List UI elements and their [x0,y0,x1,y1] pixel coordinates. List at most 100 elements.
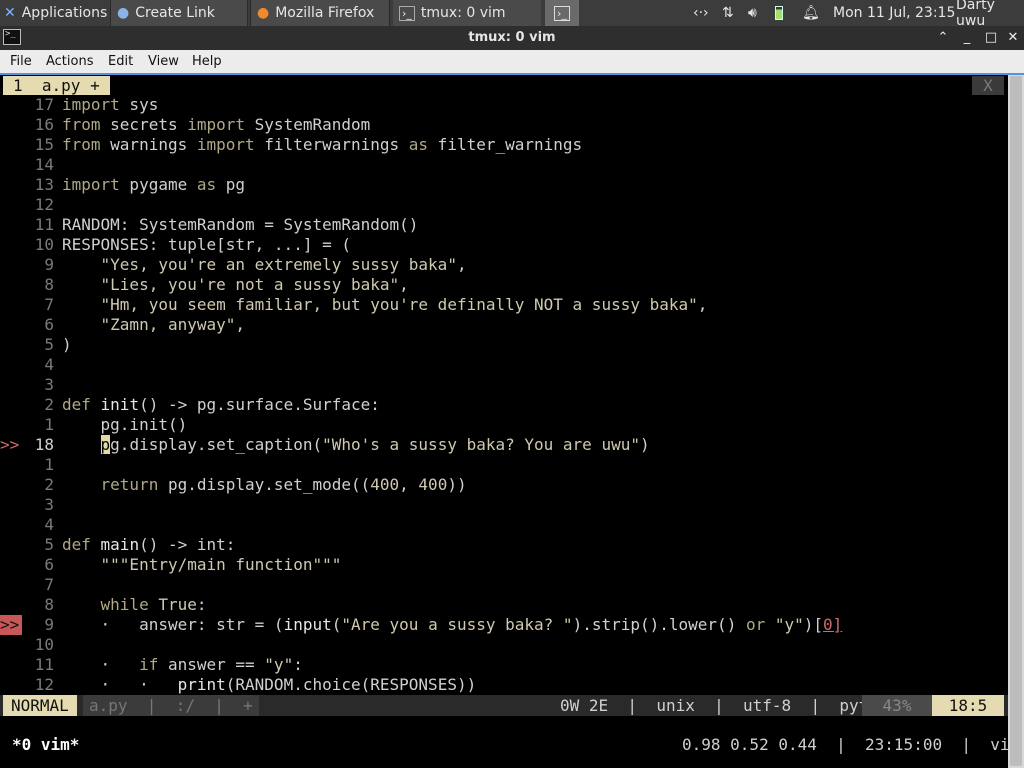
code-line[interactable]: 14 [0,155,1008,175]
code-token: "y" [264,655,294,674]
menu-view[interactable]: View [148,54,179,69]
code-line[interactable]: 12 · · print(RANDOM.choice(RESPONSES)) [0,675,1008,695]
line-number: 10 [34,235,54,254]
code-text[interactable]: "Hm, you seem familiar, but you're defin… [62,295,708,315]
menu-file[interactable]: File [10,54,32,69]
line-number: 5 [44,335,54,354]
taskbar-item-create-link[interactable]: ● Create Link [110,0,248,26]
code-line[interactable]: 13 import pygame as pg [0,175,1008,195]
code-text[interactable]: pg.display.set_caption("Who's a sussy ba… [62,435,650,455]
code-token: : [196,595,207,614]
maximize-button[interactable]: □ [982,29,1000,47]
code-line[interactable]: >> 9 · answer: str = (input("Are you a su… [0,615,1008,635]
code-line[interactable]: 4 [0,355,1008,375]
scrollbar-thumb[interactable] [1010,76,1022,766]
code-text[interactable]: RESPONSES: tuple[str, ...] = ( [62,235,351,255]
code-token: warnings [100,135,197,154]
code-line[interactable]: 7 "Hm, you seem familiar, but you're def… [0,295,1008,315]
code-token: main [90,535,140,554]
tmux-window-label[interactable]: *0 vim* [12,732,79,758]
code-token: 0] [823,615,843,634]
code-line[interactable]: 2 return pg.display.set_mode((400, 400)) [0,475,1008,495]
terminal-launcher-button[interactable]: ›_ [545,0,579,26]
code-text[interactable]: while True: [62,595,207,615]
transfer-arrows-icon[interactable]: ⇅ [722,0,734,26]
network-icon[interactable]: ‹·› [693,0,709,26]
code-text[interactable]: · · print(RANDOM.choice(RESPONSES)) [62,675,477,695]
code-line[interactable]: 1 pg.init() [0,415,1008,435]
code-line[interactable]: 15 from warnings import filterwarnings as… [0,135,1008,155]
taskbar-item-firefox[interactable]: ● Mozilla Firefox [250,0,390,26]
code-token: filterwarnings [254,135,409,154]
tmux-status-right: 0.98 0.52 0.44 | 23:15:00 | vim [682,735,1020,754]
code-line[interactable]: 6 "Zamn, anyway", [0,315,1008,335]
code-line[interactable]: >> 18 pg.display.set_caption("Who's a sus… [0,435,1008,455]
code-line[interactable]: 8 while True: [0,595,1008,615]
applications-menu-button[interactable]: ✕ Applications [0,0,108,26]
code-line[interactable]: 16 from secrets import SystemRandom [0,115,1008,135]
code-line[interactable]: 11 RANDOM: SystemRandom = SystemRandom() [0,215,1008,235]
code-line[interactable]: 5 def main() -> int: [0,535,1008,555]
code-text[interactable]: ) [62,335,72,355]
code-token: import [187,115,246,134]
code-text[interactable]: from secrets import SystemRandom [62,115,370,135]
code-text[interactable]: "Zamn, anyway", [62,315,246,335]
window-titlebar[interactable]: >_ tmux: 0 vim ⌃ _ □ ✕ [0,26,1024,50]
shade-button[interactable]: ⌃ [934,29,952,47]
code-text[interactable]: pg.init() [62,415,188,435]
code-text[interactable]: def init() -> pg.surface.Surface: [62,395,380,415]
line-number: 6 [44,555,54,574]
vim-tab-active[interactable]: 1 a.py + [3,76,110,95]
code-line[interactable]: 6 """Entry/main function""" [0,555,1008,575]
code-token: pygame [119,175,197,194]
code-line[interactable]: 10 RESPONSES: tuple[str, ...] = ( [0,235,1008,255]
clock[interactable]: Mon 11 Jul, 23:15 [833,0,955,26]
code-text[interactable]: "Yes, you're an extremely sussy baka", [62,255,467,275]
code-line[interactable]: 3 [0,375,1008,395]
code-text[interactable]: "Lies, you're not a sussy baka", [62,275,409,295]
code-token: "Yes, you're an extremely sussy baka" [100,255,457,274]
menu-help[interactable]: Help [192,54,222,69]
user-menu[interactable]: Darty uwu [956,0,1024,29]
code-line[interactable]: 8 "Lies, you're not a sussy baka", [0,275,1008,295]
code-text[interactable]: · answer: str = (input("Are you a sussy … [62,615,843,635]
battery-icon[interactable] [775,0,783,26]
code-token: import [62,95,120,114]
code-text[interactable]: import pygame as pg [62,175,245,195]
code-line[interactable]: 10 [0,635,1008,655]
code-line[interactable]: 2 def init() -> pg.surface.Surface: [0,395,1008,415]
line-number: 4 [44,515,54,534]
code-line[interactable]: 7 [0,575,1008,595]
menu-edit[interactable]: Edit [108,54,133,69]
code-line[interactable]: 9 "Yes, you're an extremely sussy baka", [0,255,1008,275]
terminal-area[interactable]: 1 a.py + X 17 import sys 16 from secrets im… [0,75,1019,768]
code-line[interactable]: 12 [0,195,1008,215]
code-text[interactable]: def main() -> int: [62,535,235,555]
code-line[interactable]: 1 [0,455,1008,475]
taskbar-item-tmux[interactable]: ›_ tmux: 0 vim [393,0,541,26]
volume-icon[interactable]: 🔊︎ [748,0,757,26]
code-text[interactable]: import sys [62,95,158,115]
code-token: "Who's a sussy baka? You are uwu" [322,435,640,454]
menu-actions[interactable]: Actions [46,54,94,69]
code-line[interactable]: 17 import sys [0,95,1008,115]
vim-tab-close-button[interactable]: X [972,76,1004,95]
code-text[interactable]: from warnings import filterwarnings as f… [62,135,582,155]
minimize-button[interactable]: _ [958,29,976,47]
applications-label: Applications [21,5,108,21]
code-text[interactable]: · if answer == "y": [62,655,303,675]
code-line[interactable]: 3 [0,495,1008,515]
code-text[interactable]: RANDOM: SystemRandom = SystemRandom() [62,215,418,235]
code-line[interactable]: 11 · if answer == "y": [0,655,1008,675]
code-token: "Lies, you're not a sussy baka" [100,275,400,294]
code-text[interactable]: """Entry/main function""" [62,555,342,575]
close-button[interactable]: ✕ [1004,29,1022,47]
code-line[interactable]: 5) [0,335,1008,355]
code-line[interactable]: 4 [0,515,1008,535]
code-token: from [62,135,101,154]
code-text[interactable]: return pg.display.set_mode((400, 400)) [62,475,467,495]
notification-bell-icon[interactable]: 🔔︎ [802,0,820,26]
